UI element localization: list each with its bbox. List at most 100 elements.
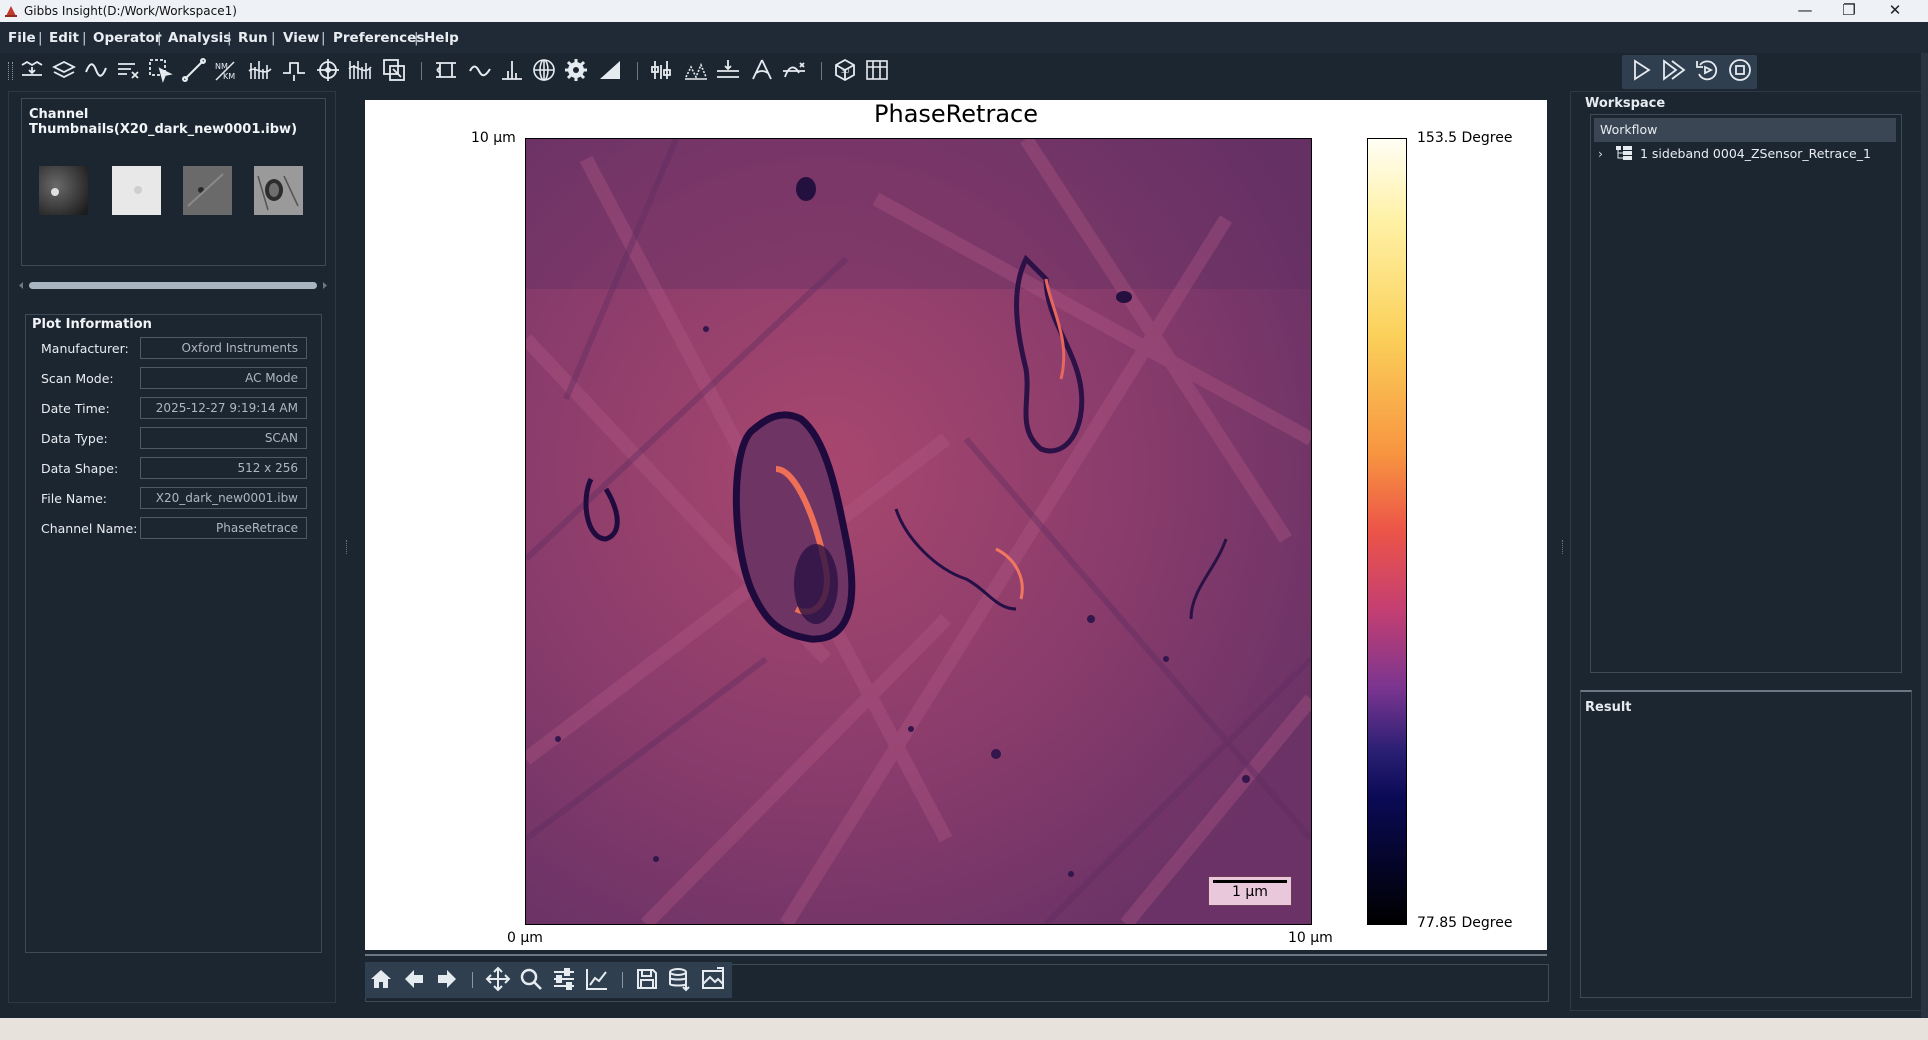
run-step-icon[interactable] — [1660, 57, 1686, 83]
thumbnail-zsensor[interactable] — [254, 166, 303, 215]
thumbnails-scrollbar[interactable] — [17, 279, 329, 292]
configure-subplots-icon[interactable] — [551, 966, 577, 992]
info-label-date-time: Date Time: — [41, 401, 110, 416]
save-data-icon[interactable] — [667, 966, 693, 992]
gear-icon[interactable] — [563, 57, 589, 83]
info-label-manufacturer: Manufacturer: — [41, 341, 129, 356]
pan-icon[interactable] — [485, 966, 511, 992]
svg-text:3D: 3D — [841, 68, 850, 75]
result-panel — [1580, 690, 1912, 998]
scale-bar-line — [1213, 880, 1287, 883]
maximize-button[interactable]: ❐ — [1826, 0, 1872, 22]
home-icon[interactable] — [368, 966, 394, 992]
left-splitter-handle[interactable] — [346, 540, 350, 554]
stop-icon[interactable] — [1727, 57, 1753, 83]
thumbnail-amplitude[interactable] — [112, 166, 161, 215]
thumbnail-phase[interactable] — [183, 166, 232, 215]
info-field-file-name[interactable]: X20_dark_new0001.ibw — [140, 487, 307, 509]
step-height-icon[interactable] — [281, 57, 307, 83]
minimize-button[interactable]: — — [1782, 0, 1828, 22]
3d-view-icon[interactable]: 3D — [832, 57, 858, 83]
colorbar-min-label: 77.85 Degree — [1417, 915, 1513, 931]
info-label-data-type: Data Type: — [41, 431, 108, 446]
particle-icon[interactable] — [649, 57, 675, 83]
workflow-tree-item[interactable]: › 1 sideband 0004_ZSensor_Retrace_1 — [1598, 146, 1871, 161]
edit-axis-icon[interactable] — [584, 966, 610, 992]
info-field-manufacturer[interactable]: Oxford Instruments — [140, 337, 307, 359]
panel-layout-icon[interactable] — [864, 57, 890, 83]
play-icon[interactable] — [1628, 57, 1654, 83]
flatten-icon[interactable] — [19, 57, 45, 83]
info-field-date-time[interactable]: 2025-12-27 9:19:14 AM — [140, 397, 307, 419]
signal-bars-icon[interactable] — [347, 57, 373, 83]
toolbar-separator — [421, 62, 422, 80]
plot-information-title: Plot Information — [32, 317, 152, 332]
crop-icon[interactable] — [381, 57, 407, 83]
info-label-channel-name: Channel Name: — [41, 521, 138, 536]
reset-icon[interactable] — [1694, 57, 1720, 83]
info-field-scan-mode[interactable]: AC Mode — [140, 367, 307, 389]
peak-icon[interactable] — [499, 57, 525, 83]
x-axis-left-label: 0 µm — [507, 930, 543, 946]
menu-file[interactable]: File — [8, 30, 36, 46]
workspace-title: Workspace — [1585, 96, 1666, 111]
info-field-data-shape[interactable]: 512 x 256 — [140, 457, 307, 479]
thumbnail-height[interactable] — [39, 166, 88, 215]
histogram-icon[interactable] — [597, 57, 623, 83]
zoom-icon[interactable] — [518, 966, 544, 992]
right-edge-strip — [1921, 53, 1928, 1018]
window-title: Gibbs Insight(D:/Work/Workspace1) — [24, 4, 237, 18]
line-profile-icon[interactable] — [181, 57, 207, 83]
smooth-wave-icon[interactable] — [467, 57, 493, 83]
info-field-data-type[interactable]: SCAN — [140, 427, 307, 449]
colorbar — [1367, 138, 1407, 925]
menu-separator: | — [157, 30, 162, 46]
back-arrow-icon[interactable] — [401, 966, 427, 992]
plot-title: PhaseRetrace — [874, 100, 1038, 128]
align-rows-icon[interactable] — [433, 57, 459, 83]
nav-separator — [472, 972, 473, 988]
menu-view[interactable]: View — [283, 30, 319, 46]
app-logo-icon — [5, 6, 17, 17]
close-button[interactable]: ✕ — [1872, 0, 1918, 22]
tree-node-icon — [1615, 146, 1632, 160]
menu-preferences[interactable]: Preferences — [333, 30, 424, 46]
menu-run[interactable]: Run — [238, 30, 268, 46]
status-bar — [0, 1018, 1928, 1040]
workspace-tree-panel — [1590, 114, 1902, 673]
toolbar-grip[interactable] — [8, 62, 13, 80]
globe-grid-icon[interactable] — [531, 57, 557, 83]
menu-separator: | — [414, 30, 419, 46]
workflow-header[interactable]: Workflow — [1594, 118, 1896, 142]
expand-chevron-icon[interactable]: › — [1598, 146, 1612, 161]
depth-icon[interactable] — [715, 57, 741, 83]
right-splitter-handle[interactable] — [1562, 540, 1566, 554]
target-icon[interactable] — [315, 57, 341, 83]
roughness-icon[interactable] — [683, 57, 709, 83]
menu-operator[interactable]: Operator — [93, 30, 161, 46]
curve-measure-icon[interactable] — [781, 57, 807, 83]
afm-phase-image[interactable] — [525, 138, 1312, 925]
info-label-file-name: File Name: — [41, 491, 107, 506]
toolbar-separator — [821, 62, 822, 80]
nm-scale-icon[interactable]: NM KM — [213, 57, 239, 83]
result-title: Result — [1585, 700, 1632, 715]
colorbar-max-label: 153.5 Degree — [1417, 130, 1513, 146]
select-region-icon[interactable] — [147, 57, 173, 83]
wave-icon[interactable] — [83, 57, 109, 83]
afm-phase-image-render — [526, 139, 1311, 924]
menu-edit[interactable]: Edit — [49, 30, 79, 46]
info-label-data-shape: Data Shape: — [41, 461, 119, 476]
export-image-icon[interactable] — [700, 966, 726, 992]
plot-canvas: PhaseRetrace 10 µm 0 µm 10 µm 153.5 Degr… — [365, 100, 1547, 950]
save-icon[interactable] — [634, 966, 660, 992]
forward-arrow-icon[interactable] — [434, 966, 460, 992]
window-titlebar: Gibbs Insight(D:/Work/Workspace1) — ❐ ✕ — [0, 0, 1928, 22]
filter-lines-icon[interactable] — [115, 57, 141, 83]
menu-analysis[interactable]: Analysis — [168, 30, 231, 46]
plane-fit-icon[interactable] — [51, 57, 77, 83]
angle-icon[interactable] — [749, 57, 775, 83]
fft-icon[interactable] — [247, 57, 273, 83]
info-field-channel-name[interactable]: PhaseRetrace — [140, 517, 307, 539]
menu-help[interactable]: Help — [424, 30, 459, 46]
